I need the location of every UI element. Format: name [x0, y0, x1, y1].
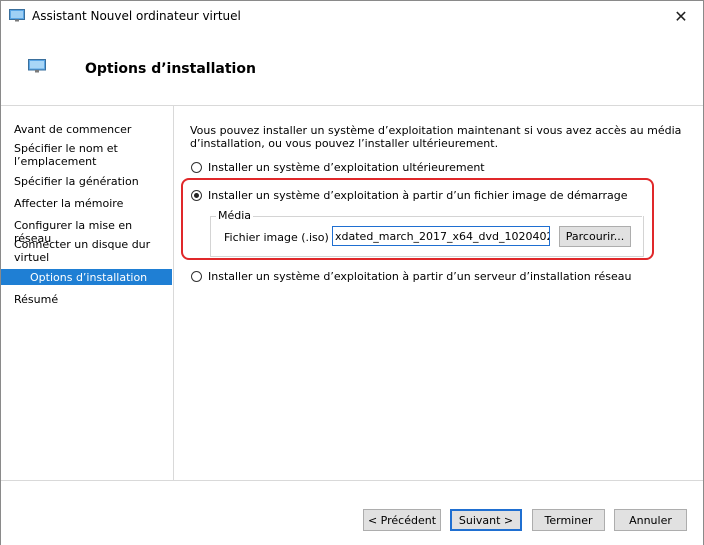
radio-button-selected[interactable]	[191, 190, 202, 201]
option-install-network[interactable]: Installer un système d’exploitation à pa…	[191, 270, 631, 283]
intro-text: Vous pouvez installer un système d’explo…	[190, 124, 682, 150]
option-install-from-image[interactable]: Installer un système d’exploitation à pa…	[191, 189, 628, 202]
sidebar-item-avant-de-commencer[interactable]: Avant de commencer	[14, 123, 164, 136]
cancel-button[interactable]: Annuler	[614, 509, 687, 531]
sidebar-item-memoire[interactable]: Affecter la mémoire	[14, 197, 164, 210]
window-title: Assistant Nouvel ordinateur virtuel	[32, 9, 241, 23]
page-title: Options d’installation	[85, 61, 256, 77]
sidebar-item-label: Options d’installation	[30, 271, 148, 284]
monitor-icon	[9, 9, 25, 25]
option-label: Installer un système d’exploitation ulté…	[208, 161, 485, 174]
finish-button[interactable]: Terminer	[532, 509, 605, 531]
option-install-later[interactable]: Installer un système d’exploitation ulté…	[191, 161, 485, 174]
sidebar-item-options-installation[interactable]: Options d’installation	[1, 269, 172, 285]
media-groupbox-border	[210, 216, 642, 217]
sidebar-item-resume[interactable]: Résumé	[14, 293, 164, 306]
sidebar-item-nom-emplacement[interactable]: Spécifier le nom et l’emplacement	[14, 142, 164, 168]
wizard-header: Options d’installation	[1, 31, 703, 106]
radio-button[interactable]	[191, 162, 202, 173]
next-button[interactable]: Suivant >	[450, 509, 522, 531]
monitor-icon	[28, 59, 46, 76]
sidebar-item-disque-dur[interactable]: Connecter un disque dur virtuel	[14, 238, 164, 264]
browse-button[interactable]: Parcourir...	[559, 226, 631, 247]
media-legend: Média	[216, 209, 254, 222]
title-bar: Assistant Nouvel ordinateur virtuel ✕	[1, 1, 703, 31]
previous-button[interactable]: < Précédent	[363, 509, 441, 531]
option-label: Installer un système d’exploitation à pa…	[208, 270, 632, 283]
wizard-footer: < Précédent Suivant > Terminer Annuler	[1, 480, 703, 545]
close-icon[interactable]: ✕	[659, 1, 703, 31]
wizard-window: Assistant Nouvel ordinateur virtuel ✕ Op…	[0, 0, 704, 545]
wizard-steps-sidebar: Avant de commencer Spécifier le nom et l…	[1, 106, 174, 480]
file-image-label: Fichier image (.iso) :	[224, 231, 337, 244]
option-label: Installer un système d’exploitation à pa…	[208, 189, 628, 202]
radio-button[interactable]	[191, 271, 202, 282]
sidebar-item-generation[interactable]: Spécifier la génération	[14, 175, 164, 188]
main-content: Vous pouvez installer un système d’explo…	[174, 106, 703, 480]
iso-path-input[interactable]: xdated_march_2017_x64_dvd_10204029.iso	[332, 226, 550, 246]
